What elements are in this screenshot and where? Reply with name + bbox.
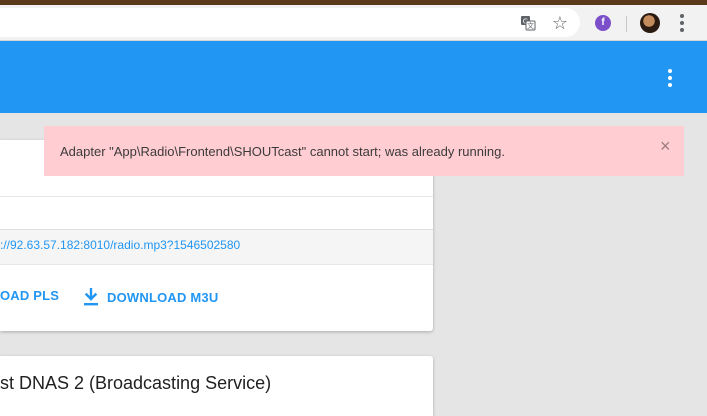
browser-toolbar: G 文 ☆ f xyxy=(0,5,707,41)
card-actions: OAD PLS DOWNLOAD M3U xyxy=(0,265,433,331)
bookmark-star-icon[interactable]: ☆ xyxy=(551,14,569,32)
alert-message: Adapter "App\Radio\Frontend\SHOUTcast" c… xyxy=(60,144,505,159)
download-m3u-button[interactable]: DOWNLOAD M3U xyxy=(83,287,218,307)
extension-icon[interactable]: f xyxy=(594,14,612,32)
toolbar-separator xyxy=(626,16,627,32)
server-card-title: st DNAS 2 (Broadcasting Service) xyxy=(0,373,272,393)
close-icon[interactable]: × xyxy=(660,137,671,155)
extension-badge: f xyxy=(595,15,611,31)
error-alert: Adapter "App\Radio\Frontend\SHOUTcast" c… xyxy=(44,126,684,176)
profile-avatar[interactable] xyxy=(640,13,660,33)
stream-url-row: ://92.63.57.182:8010/radio.mp3?154650258… xyxy=(0,230,433,265)
card-row xyxy=(0,197,433,230)
svg-text:文: 文 xyxy=(527,21,534,30)
download-pls-button[interactable]: OAD PLS xyxy=(0,288,59,303)
stream-url-link[interactable]: ://92.63.57.182:8010/radio.mp3?154650258… xyxy=(0,238,240,252)
browser-menu-icon[interactable] xyxy=(674,13,690,33)
server-card: st DNAS 2 (Broadcasting Service) xyxy=(0,356,433,416)
more-vert-icon[interactable] xyxy=(662,67,678,89)
address-bar[interactable] xyxy=(0,8,580,37)
app-header xyxy=(0,41,707,113)
download-m3u-label: DOWNLOAD M3U xyxy=(107,289,219,305)
download-icon xyxy=(84,288,98,306)
translate-icon[interactable]: G 文 xyxy=(519,14,537,32)
